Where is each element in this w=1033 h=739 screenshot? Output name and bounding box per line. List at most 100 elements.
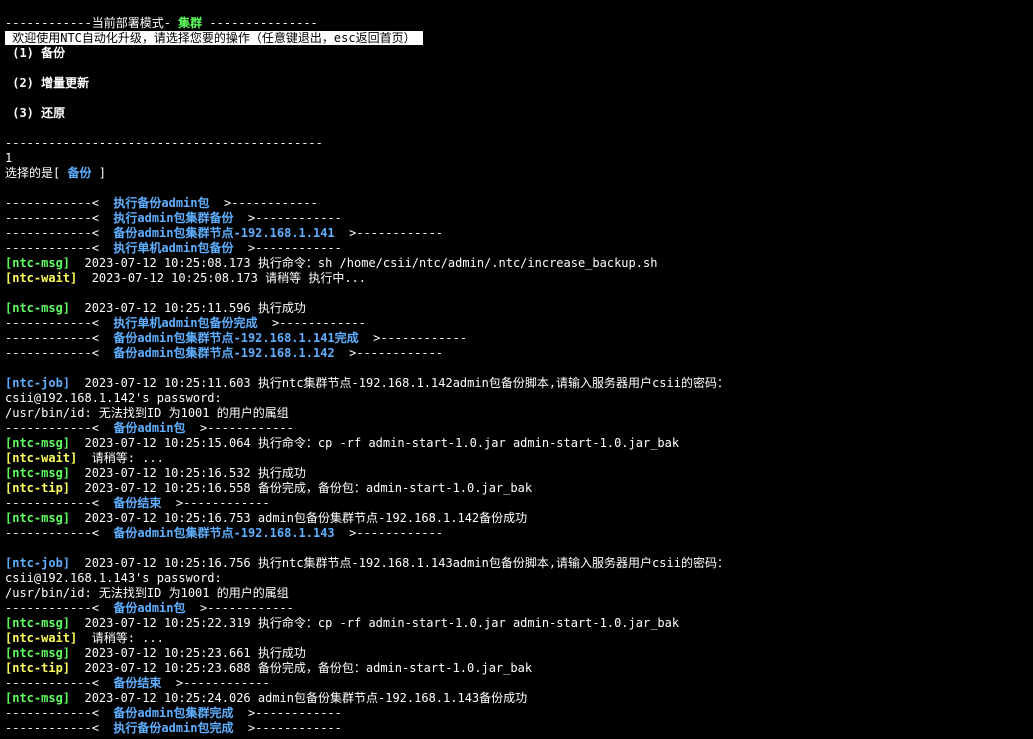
- log-line: [ntc-msg] 2023-07-12 10:25:22.319 执行命令：c…: [5, 616, 1033, 631]
- password-prompt[interactable]: csii@192.168.1.142's password:: [5, 391, 1033, 406]
- arrow-right: >------------: [161, 496, 270, 510]
- step-label: 备份admin包: [113, 601, 186, 615]
- log-line: [ntc-job] 2023-07-12 10:25:11.603 执行ntc集…: [5, 376, 1033, 391]
- arrow-right: >------------: [334, 526, 444, 540]
- job-tag: [ntc-job]: [5, 556, 71, 570]
- arrow-left: ------------<: [5, 496, 114, 510]
- msg-tag: [ntc-msg]: [5, 301, 71, 315]
- arrow-right: >------------: [209, 196, 318, 210]
- arrow-left: ------------<: [5, 706, 114, 720]
- wait-tag: [ntc-wait]: [5, 631, 78, 645]
- log-line: [ntc-msg] 2023-07-12 10:25:08.173 执行命令：s…: [5, 256, 1033, 271]
- arrow-left: ------------<: [5, 721, 114, 735]
- log-line: [ntc-wait] 2023-07-12 10:25:08.173 请稍等 执…: [5, 271, 1033, 286]
- step-line: ------------< 备份admin包集群节点-192.168.1.141…: [5, 226, 1033, 241]
- arrow-left: ------------<: [5, 331, 114, 345]
- arrow-left: ------------<: [5, 241, 114, 255]
- arrow-right: >------------: [185, 601, 294, 615]
- menu-option-restore[interactable]: (3) 还原: [5, 106, 1033, 121]
- msg-tag: [ntc-msg]: [5, 511, 71, 525]
- arrow-left: ------------<: [5, 346, 114, 360]
- arrow-right: >------------: [257, 316, 366, 330]
- arrow-left: ------------<: [5, 526, 114, 540]
- arrow-right: >------------: [185, 421, 294, 435]
- mode-prefix: ------------当前部署模式-: [5, 16, 179, 30]
- log-line: [ntc-msg] 2023-07-12 10:25:23.661 执行成功: [5, 646, 1033, 661]
- user-input: 1: [5, 151, 13, 165]
- password-prompt[interactable]: csii@192.168.1.143's password:: [5, 571, 1033, 586]
- arrow-right: >------------: [233, 241, 342, 255]
- tip-tag: [ntc-tip]: [5, 481, 71, 495]
- log-text: 2023-07-12 10:25:16.753 admin包备份集群节点-192…: [84, 511, 528, 525]
- log-line: [ntc-msg] 2023-07-12 10:25:16.753 admin包…: [5, 511, 1033, 526]
- step-label: 执行备份admin包完成: [113, 721, 234, 735]
- menu-option-backup[interactable]: (1) 备份: [5, 46, 1033, 61]
- plain-output: /usr/bin/id: 无法找到ID 为1001 的用户的属组: [5, 586, 289, 600]
- step-label: 执行单机admin包备份: [113, 241, 234, 255]
- mode-line: ------------当前部署模式- 集群 ---------------: [5, 16, 1033, 31]
- log-line: [ntc-wait] 请稍等: ...: [5, 451, 1033, 466]
- log-text: 2023-07-12 10:25:16.532 执行成功: [84, 466, 306, 480]
- step-label: 备份admin包集群节点-192.168.1.142: [113, 346, 335, 360]
- msg-tag: [ntc-msg]: [5, 616, 71, 630]
- msg-tag: [ntc-msg]: [5, 691, 71, 705]
- deploy-mode: 集群: [178, 16, 203, 30]
- log-text: 2023-07-12 10:25:11.596 执行成功: [84, 301, 306, 315]
- mode-suffix: ---------------: [202, 16, 318, 30]
- step-line: ------------< 备份admin包 >------------: [5, 421, 1033, 436]
- wait-tag: [ntc-wait]: [5, 271, 78, 285]
- log-text: 2023-07-12 10:25:23.688 备份完成，备份包：admin-s…: [84, 661, 533, 675]
- step-line: ------------< 备份admin包集群节点-192.168.1.142…: [5, 346, 1033, 361]
- log-line: [ntc-tip] 2023-07-12 10:25:16.558 备份完成，备…: [5, 481, 1033, 496]
- arrow-right: >------------: [358, 331, 468, 345]
- step-label: 备份admin包集群节点-192.168.1.141完成: [113, 331, 359, 345]
- msg-tag: [ntc-msg]: [5, 436, 71, 450]
- step-label: 备份admin包集群节点-192.168.1.141: [113, 226, 335, 240]
- log-line: [ntc-msg] 2023-07-12 10:25:24.026 admin包…: [5, 691, 1033, 706]
- step-label: 备份admin包集群完成: [113, 706, 234, 720]
- msg-tag: [ntc-msg]: [5, 466, 71, 480]
- welcome-banner: 欢迎使用NTC自动化升级，请选择您要的操作（任意键退出，esc返回首页）: [5, 31, 423, 45]
- wait-tag: [ntc-wait]: [5, 451, 78, 465]
- step-line: ------------< 执行单机admin包备份 >------------: [5, 241, 1033, 256]
- msg-tag: [ntc-msg]: [5, 256, 71, 270]
- log-line: [ntc-msg] 2023-07-12 10:25:16.532 执行成功: [5, 466, 1033, 481]
- step-line: ------------< 备份结束 >------------: [5, 676, 1033, 691]
- arrow-left: ------------<: [5, 211, 114, 225]
- plain-output: /usr/bin/id: 无法找到ID 为1001 的用户的属组: [5, 406, 289, 420]
- log-text: 2023-07-12 10:25:22.319 执行命令：cp -rf admi…: [84, 616, 680, 630]
- log-line: [ntc-tip] 2023-07-12 10:25:23.688 备份完成，备…: [5, 661, 1033, 676]
- step-label: 执行单机admin包备份完成: [113, 316, 258, 330]
- terminal-window[interactable]: ------------当前部署模式- 集群 --------------- 欢…: [0, 0, 1033, 739]
- arrow-left: ------------<: [5, 601, 114, 615]
- step-line: ------------< 执行单机admin包备份完成 >----------…: [5, 316, 1033, 331]
- step-line: ------------< 备份结束 >------------: [5, 496, 1033, 511]
- welcome-line: 欢迎使用NTC自动化升级，请选择您要的操作（任意键退出，esc返回首页）: [5, 31, 1033, 46]
- arrow-right: >------------: [233, 211, 342, 225]
- arrow-right: >------------: [233, 721, 342, 735]
- step-line: ------------< 执行备份admin包完成 >------------: [5, 721, 1033, 736]
- log-text: 2023-07-12 10:25:23.661 执行成功: [84, 646, 306, 660]
- arrow-left: ------------<: [5, 421, 114, 435]
- selection-suffix: ]: [91, 166, 106, 180]
- arrow-left: ------------<: [5, 226, 114, 240]
- separator: ----------------------------------------…: [5, 136, 323, 150]
- log-text: 请稍等: ...: [91, 451, 164, 465]
- selection-prefix: 选择的是[: [5, 166, 68, 180]
- step-label: 备份结束: [113, 496, 162, 510]
- log-text: 2023-07-12 10:25:15.064 执行命令：cp -rf admi…: [84, 436, 680, 450]
- arrow-left: ------------<: [5, 316, 114, 330]
- step-label: 执行admin包集群备份: [113, 211, 234, 225]
- arrow-right: >------------: [233, 706, 342, 720]
- log-line: [ntc-msg] 2023-07-12 10:25:11.596 执行成功: [5, 301, 1033, 316]
- log-line: [ntc-wait] 请稍等: ...: [5, 631, 1033, 646]
- step-label: 备份admin包集群节点-192.168.1.143: [113, 526, 335, 540]
- log-text: 2023-07-12 10:25:11.603 执行ntc集群节点-192.16…: [84, 376, 729, 390]
- log-text: 2023-07-12 10:25:24.026 admin包备份集群节点-192…: [84, 691, 528, 705]
- step-line: ------------< 备份admin包集群节点-192.168.1.143…: [5, 526, 1033, 541]
- arrow-right: >------------: [334, 226, 444, 240]
- menu-option-incremental-update[interactable]: (2) 增量更新: [5, 76, 1033, 91]
- log-text: 2023-07-12 10:25:08.173 执行命令：sh /home/cs…: [84, 256, 658, 270]
- step-line: ------------< 备份admin包集群节点-192.168.1.141…: [5, 331, 1033, 346]
- step-line: ------------< 执行admin包集群备份 >------------: [5, 211, 1033, 226]
